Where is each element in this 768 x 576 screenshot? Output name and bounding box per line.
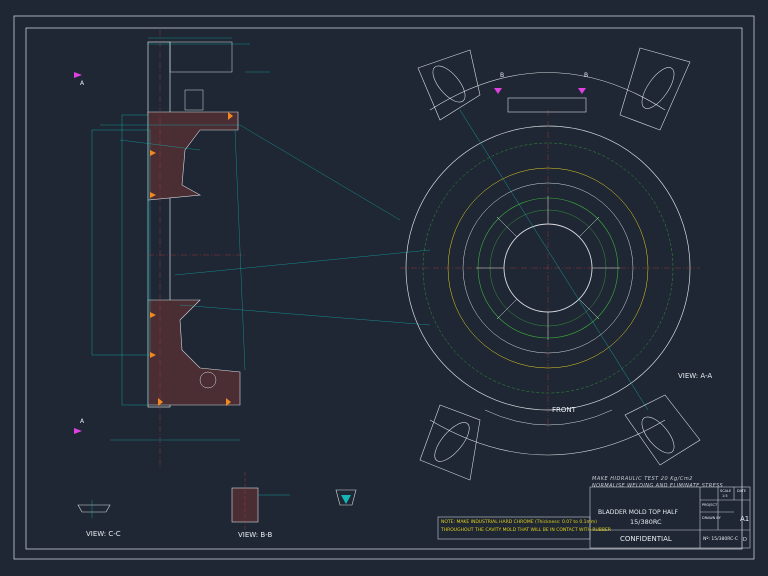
drawing-canvas: VIEW: A-A FRONT VIEW: C-C VIEW: B-B A A …: [0, 0, 768, 576]
normalise-note: NORMALISE WELDING AND ELIMINATE STRESS: [592, 483, 724, 489]
revision: D: [743, 537, 747, 543]
title-line1: BLADDER MOLD TOP HALF: [598, 509, 678, 516]
sheet-size: A1: [740, 515, 750, 523]
side-section-view: [91, 30, 245, 470]
chrome-note-line2: THROUGHOUT THE CAVITY MOLD THAT WILL BE …: [441, 528, 611, 533]
view-label-cc: VIEW: C-C: [86, 530, 121, 538]
view-label-aa: VIEW: A-A: [678, 372, 713, 380]
detail-bb: [231, 472, 290, 530]
cad-drawing: [13, 15, 755, 560]
top-view-aa: [400, 72, 700, 456]
section-marker-b-left: B: [500, 72, 505, 79]
view-label-bb: VIEW: B-B: [238, 531, 273, 539]
section-marker-a-top: A: [80, 80, 85, 87]
detail-weld: [335, 489, 357, 506]
section-marker-b-right: B: [584, 72, 589, 79]
drawn-by-label: DRAWN BY: [702, 516, 721, 520]
date-label: DATE: [737, 489, 747, 493]
drawing-number: Nº: 15/380RC-C: [703, 537, 739, 542]
front-label: FRONT: [552, 406, 576, 414]
project-label: PROJECT: [702, 503, 718, 507]
hydraulic-test-note: MAKE HIDRAULIC TEST 20 Kg/Cm2: [592, 476, 693, 482]
scale-label: SCALE: [720, 489, 732, 493]
confidential-label: CONFIDENTIAL: [620, 535, 672, 543]
section-marker-a-bottom: A: [80, 418, 85, 425]
mold-lugs: [417, 47, 701, 481]
title-line2: 15/380RC: [630, 518, 662, 526]
scale-value: 1:5: [722, 494, 728, 498]
chrome-note-line1: NOTE: MAKE INDUSTRIAL HARD CHROME (Thick…: [441, 520, 598, 525]
detail-cc: [77, 500, 111, 518]
